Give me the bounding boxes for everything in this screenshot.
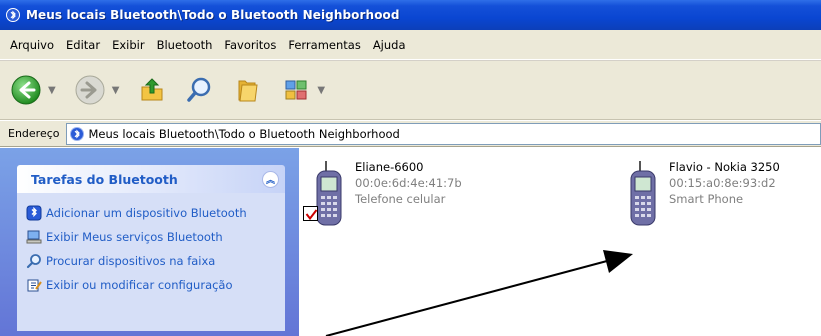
menu-favoritos[interactable]: Favoritos <box>218 36 282 54</box>
views-dropdown-icon[interactable]: ▼ <box>317 85 325 96</box>
mobile-phone-icon <box>617 159 657 229</box>
up-folder-button[interactable] <box>137 75 167 105</box>
menu-editar[interactable]: Editar <box>60 36 106 54</box>
menu-exibir[interactable]: Exibir <box>106 36 151 54</box>
arrowhead-icon <box>603 250 633 273</box>
task-modify-settings[interactable]: Exibir ou modificar configuração <box>17 273 285 297</box>
search-icon <box>187 77 211 102</box>
settings-edit-icon <box>25 276 43 294</box>
toolbar: ▼ ▼ ▼ <box>0 60 821 120</box>
bluetooth-tasks-header[interactable]: Tarefas do Bluetooth ︽ <box>17 165 285 193</box>
address-value: Meus locais Bluetooth\Todo o Bluetooth N… <box>88 126 400 141</box>
device-address: 00:0e:6d:4e:41:7b <box>355 176 462 190</box>
device-item[interactable]: Eliane-6600 00:0e:6d:4e:41:7b Telefone c… <box>303 159 462 229</box>
bluetooth-icon <box>6 8 20 22</box>
task-label: Exibir ou modificar configuração <box>46 278 233 292</box>
add-bluetooth-device-icon <box>25 204 43 222</box>
task-pane: Tarefas do Bluetooth ︽ Adicionar um disp… <box>0 148 299 336</box>
device-checked-checkbox[interactable] <box>303 206 318 221</box>
device-name: Eliane-6600 <box>355 160 424 174</box>
menu-bar: Arquivo Editar Exibir Bluetooth Favorito… <box>0 30 821 60</box>
device-type: Smart Phone <box>669 192 744 206</box>
forward-icon <box>75 75 105 105</box>
forward-dropdown-icon[interactable]: ▼ <box>112 85 120 96</box>
bluetooth-tasks-list: Adicionar um dispositivo Bluetooth Exibi… <box>17 193 285 331</box>
device-info: Eliane-6600 00:0e:6d:4e:41:7b Telefone c… <box>355 159 462 229</box>
window-title: Meus locais Bluetooth\Todo o Bluetooth N… <box>26 8 400 22</box>
up-folder-icon <box>141 78 163 101</box>
computer-services-icon <box>25 228 43 246</box>
menu-ferramentas[interactable]: Ferramentas <box>282 36 366 54</box>
device-item[interactable]: Flavio - Nokia 3250 00:15:a0:8e:93:d2 Sm… <box>617 159 780 229</box>
checkmark-icon <box>305 209 318 221</box>
device-address: 00:15:a0:8e:93:d2 <box>669 176 776 190</box>
task-label: Adicionar um dispositivo Bluetooth <box>46 206 247 220</box>
device-type: Telefone celular <box>355 192 446 206</box>
address-bar: Endereço Meus locais Bluetooth\Todo o Bl… <box>0 121 821 147</box>
device-info: Flavio - Nokia 3250 00:15:a0:8e:93:d2 Sm… <box>669 159 780 229</box>
bluetooth-tasks-title: Tarefas do Bluetooth <box>31 171 178 187</box>
task-view-services[interactable]: Exibir Meus serviços Bluetooth <box>17 225 285 249</box>
menu-bluetooth[interactable]: Bluetooth <box>151 36 219 54</box>
task-label: Exibir Meus serviços Bluetooth <box>46 230 223 244</box>
forward-button[interactable]: ▼ <box>74 74 120 106</box>
menu-ajuda[interactable]: Ajuda <box>367 36 412 54</box>
collapse-chevron-icon[interactable]: ︽ <box>262 170 279 188</box>
task-add-device[interactable]: Adicionar um dispositivo Bluetooth <box>17 201 285 225</box>
back-dropdown-icon[interactable]: ▼ <box>48 85 56 96</box>
address-label: Endereço <box>8 127 60 140</box>
menu-arquivo[interactable]: Arquivo <box>4 36 60 54</box>
address-input[interactable]: Meus locais Bluetooth\Todo o Bluetooth N… <box>65 122 821 145</box>
views-button[interactable]: ▼ <box>281 75 325 105</box>
task-search-devices[interactable]: Procurar dispositivos na faixa <box>17 249 285 273</box>
search-button[interactable] <box>185 75 215 105</box>
back-icon <box>11 75 41 105</box>
back-button[interactable]: ▼ <box>10 74 56 106</box>
device-name: Flavio - Nokia 3250 <box>669 160 780 174</box>
search-icon <box>25 252 43 270</box>
folders-button[interactable] <box>233 75 263 105</box>
views-icon <box>285 80 307 100</box>
task-label: Procurar dispositivos na faixa <box>46 254 216 268</box>
bluetooth-tasks-box: Tarefas do Bluetooth ︽ Adicionar um disp… <box>17 165 285 331</box>
mobile-phone-icon <box>303 159 343 229</box>
folders-icon <box>238 80 258 102</box>
bluetooth-icon <box>69 126 84 141</box>
title-bar: Meus locais Bluetooth\Todo o Bluetooth N… <box>0 0 821 30</box>
